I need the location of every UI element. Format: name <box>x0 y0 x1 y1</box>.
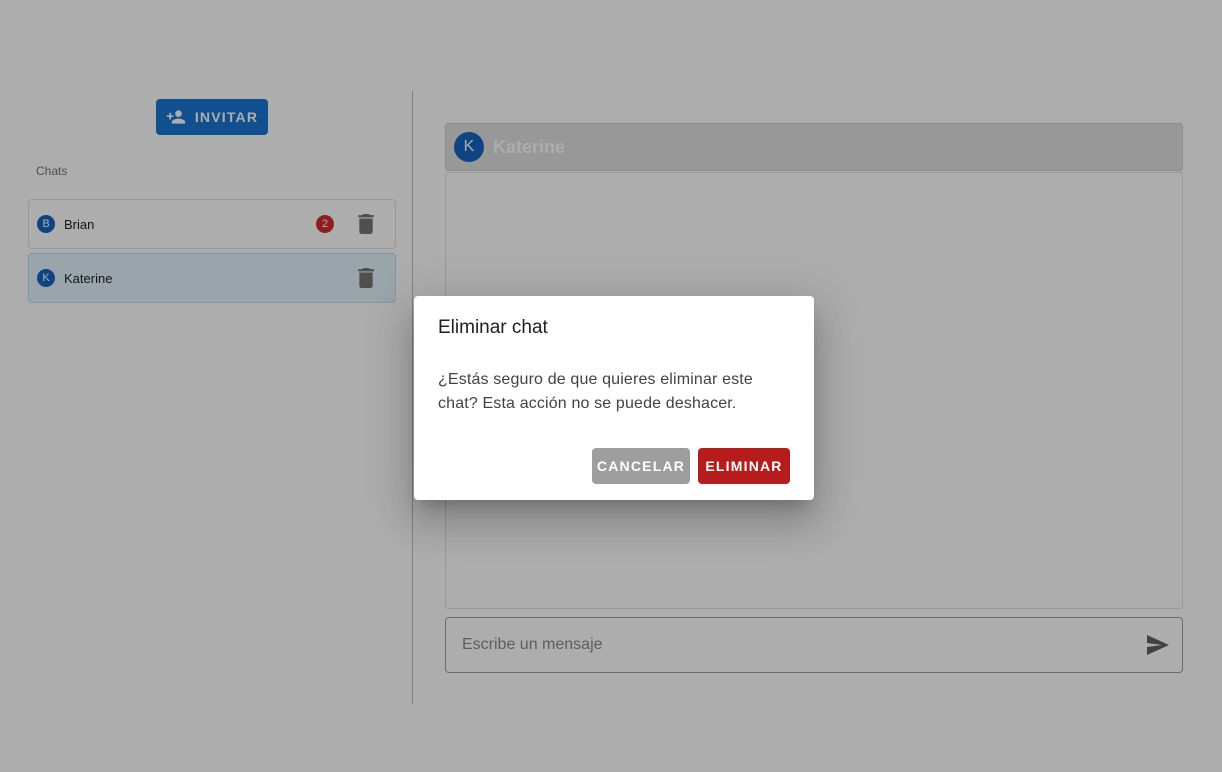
delete-chat-dialog: Eliminar chat ¿Estás seguro de que quier… <box>414 296 814 500</box>
confirm-delete-button[interactable]: ELIMINAR <box>698 448 790 484</box>
dialog-title: Eliminar chat <box>438 317 548 338</box>
dialog-message: ¿Estás seguro de que quieres eliminar es… <box>438 371 753 412</box>
cancel-button[interactable]: CANCELAR <box>592 448 690 484</box>
